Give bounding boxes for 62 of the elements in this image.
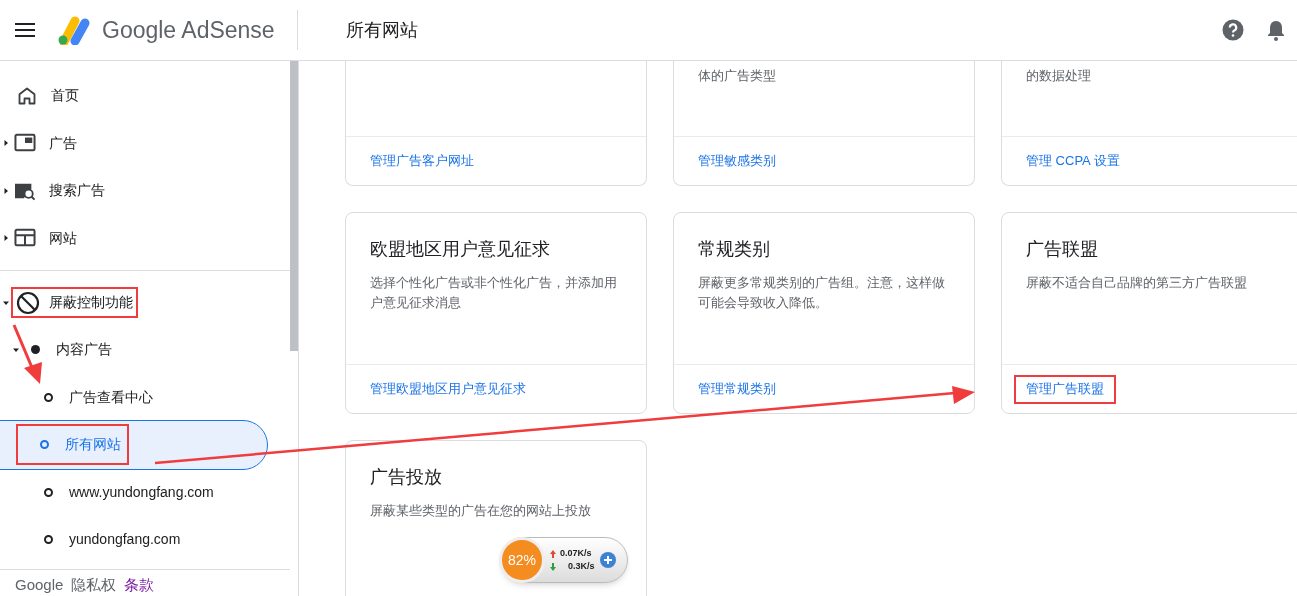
nav-item[interactable]: 广告查看中心: [0, 373, 267, 422]
ad-frame-icon: [14, 133, 36, 154]
annotation-arrow: [12, 324, 42, 384]
scrollbar-thumb[interactable]: [290, 61, 298, 351]
card-description: 体的广告类型: [698, 67, 777, 85]
nav-item[interactable]: yundongfang.com: [0, 516, 267, 564]
block-icon: [16, 290, 40, 315]
nav-label: 屏蔽控制功能: [49, 293, 133, 312]
help-icon[interactable]: [1222, 19, 1244, 41]
nav-label: 广告: [49, 133, 77, 153]
card-title: 广告联盟: [1026, 238, 1099, 261]
nav-label: 搜索广告: [49, 181, 105, 201]
nav-item[interactable]: 所有网站: [0, 421, 267, 469]
home-icon: [17, 85, 37, 106]
upload-speed: 0.07K/s: [560, 547, 592, 560]
product-name: Google AdSense: [102, 15, 275, 45]
card-description: 的数据处理: [1026, 67, 1092, 85]
usage-badge: 82%: [499, 537, 545, 583]
nav-item[interactable]: www.yundongfang.com: [0, 468, 267, 517]
nav-item[interactable]: 内容广告: [0, 326, 290, 374]
nav-item[interactable]: 屏蔽控制功能: [0, 278, 290, 327]
caret-icon[interactable]: [3, 140, 9, 147]
card-link[interactable]: 管理广告联盟: [1026, 379, 1104, 399]
down-arrow-icon: [550, 562, 556, 571]
nav-label: www.yundongfang.com: [69, 482, 214, 502]
card-title: 广告投放: [370, 466, 443, 489]
card-description: 屏蔽某些类型的广告在您的网站上投放: [370, 502, 592, 520]
nav-label: 网站: [49, 228, 77, 248]
card-link[interactable]: 管理敏感类别: [698, 151, 776, 171]
card-link[interactable]: 管理欧盟地区用户意见征求: [370, 379, 526, 399]
card-title: 欧盟地区用户意见征求: [370, 238, 551, 261]
card-title: 常规类别: [698, 238, 771, 261]
nav-label: yundongfang.com: [69, 530, 181, 550]
terms-link[interactable]: 条款: [124, 573, 155, 596]
menu-icon[interactable]: [15, 22, 35, 38]
up-arrow-icon: [550, 549, 556, 558]
bell-icon[interactable]: [1267, 19, 1285, 41]
privacy-label: 隐私权: [71, 574, 117, 595]
plus-icon[interactable]: [599, 552, 616, 568]
caret-icon[interactable]: [13, 346, 19, 353]
page-title: 所有网站: [345, 18, 418, 42]
nav-item[interactable]: 广告: [0, 119, 290, 167]
nav-item[interactable]: 搜索广告: [0, 166, 290, 215]
nav-label: 所有网站: [65, 435, 121, 455]
nav-item[interactable]: 网站: [0, 214, 290, 262]
layout-icon: [14, 228, 36, 249]
caret-icon[interactable]: [3, 187, 9, 194]
caret-icon[interactable]: [3, 235, 9, 242]
nav-label: 内容广告: [56, 340, 112, 360]
card-link[interactable]: 管理广告客户网址: [370, 151, 474, 171]
google-wordmark: Google: [15, 574, 64, 595]
card-description: 屏蔽不适合自己品牌的第三方广告联盟: [1026, 274, 1248, 292]
card-description: 屏蔽更多常规类别的广告组。注意，这样做可能会导致收入降低。: [698, 274, 946, 312]
card-description: 选择个性化广告或非个性化广告，并添加用户意见征求消息: [370, 274, 618, 312]
nav-label: 首页: [51, 86, 79, 106]
logo-icon: [56, 15, 92, 45]
caret-icon[interactable]: [3, 299, 9, 306]
nav-item[interactable]: 首页: [0, 72, 290, 120]
nav-label: 广告查看中心: [69, 387, 153, 407]
card-link[interactable]: 管理常规类别: [698, 379, 776, 399]
card-link[interactable]: 管理 CCPA 设置: [1026, 151, 1120, 171]
download-speed: 0.3K/s: [568, 560, 595, 573]
